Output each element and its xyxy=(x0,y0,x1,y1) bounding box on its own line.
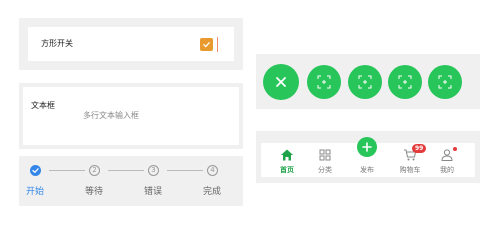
step-connector xyxy=(167,170,203,171)
textarea-panel: 文本框 xyxy=(19,83,243,149)
fab-action-button[interactable] xyxy=(388,65,422,99)
user-icon xyxy=(441,149,453,161)
textarea-input[interactable] xyxy=(83,109,223,121)
tab-mine[interactable]: 我的 xyxy=(429,143,465,177)
scan-icon xyxy=(398,75,412,89)
step-3-label: 错误 xyxy=(143,187,162,197)
tab-publish-label: 发布 xyxy=(360,166,374,174)
check-icon xyxy=(32,168,39,173)
tab-cart[interactable]: 99 购物车 xyxy=(392,143,428,177)
fab-panel xyxy=(256,54,480,109)
switch-track xyxy=(217,37,222,52)
fab-action-button[interactable] xyxy=(428,65,462,99)
scan-icon xyxy=(438,75,452,89)
tab-category[interactable]: 分类 xyxy=(307,143,343,177)
step-2-circle: 2 xyxy=(89,165,100,176)
grid-icon xyxy=(319,149,331,161)
step-4-circle: 4 xyxy=(207,165,218,176)
step-1-label: 开始 xyxy=(25,187,44,197)
square-switch[interactable] xyxy=(200,38,213,51)
fab-close-button[interactable] xyxy=(263,64,299,100)
plus-icon xyxy=(362,142,372,152)
step-connector xyxy=(49,170,85,171)
switch-row: 方形开关 xyxy=(28,27,234,61)
textarea-label: 文本框 xyxy=(31,101,55,110)
notification-dot xyxy=(453,147,457,151)
step-1-done-circle xyxy=(30,165,41,176)
publish-button[interactable] xyxy=(357,137,377,157)
fab-action-button[interactable] xyxy=(307,65,341,99)
scan-icon xyxy=(317,75,331,89)
home-icon xyxy=(281,149,293,161)
step-connector xyxy=(108,170,144,171)
tab-bar: 首页 分类 发布 99 购物车 我的 xyxy=(261,137,475,177)
tab-mine-label: 我的 xyxy=(440,166,454,174)
close-icon xyxy=(276,77,286,87)
switch-panel: 方形开关 xyxy=(19,18,243,70)
switch-label: 方形开关 xyxy=(41,39,73,48)
tab-category-label: 分类 xyxy=(318,166,332,174)
check-icon xyxy=(203,42,210,48)
scan-icon xyxy=(358,75,372,89)
cart-badge: 99 xyxy=(412,144,427,153)
fab-action-button[interactable] xyxy=(348,65,382,99)
textarea-row: 文本框 xyxy=(23,87,239,145)
step-3-circle: 3 xyxy=(148,165,159,176)
tabbar-panel: 首页 分类 发布 99 购物车 我的 xyxy=(256,131,480,183)
tab-home-label: 首页 xyxy=(280,166,294,174)
step-2-label: 等待 xyxy=(84,187,103,197)
tab-cart-label: 购物车 xyxy=(399,166,421,174)
tab-home[interactable]: 首页 xyxy=(269,143,305,177)
step-4-label: 完成 xyxy=(202,187,221,197)
steps-panel: 2 3 4 开始 等待 错误 完成 xyxy=(19,156,243,206)
component-showcase: 方形开关 文本框 2 3 4 开始 等待 错误 完 xyxy=(0,0,499,231)
